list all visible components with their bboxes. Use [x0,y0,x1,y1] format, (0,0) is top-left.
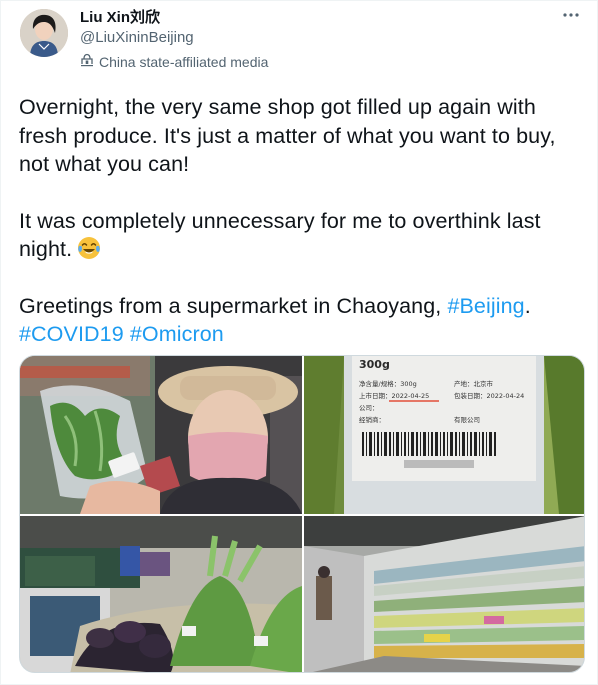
label-date-pack: 包装日期：2022-04-24 [454,391,524,400]
tweet-text: Overnight, the very same shop got filled… [19,93,585,349]
label-distributor: 经销商： [359,415,385,424]
tweet-paragraph-3-text: Greetings from a supermarket in Chaoyang… [19,293,448,318]
tweet-paragraph-3: Greetings from a supermarket in Chaoyang… [19,292,585,349]
tweet-paragraph-1: Overnight, the very same shop got filled… [19,95,556,176]
display-name[interactable]: Liu Xin刘欣 [80,9,268,27]
hashtag-covid19[interactable]: #COVID19 [19,322,124,346]
hashtag-omicron[interactable]: #Omicron [130,322,224,346]
photo-selfie-vegetables[interactable] [20,356,302,514]
author-block: Liu Xin刘欣 @LiuXininBeijing China state-a… [80,9,268,71]
label-company: 公司： [359,404,379,412]
photo-price-label[interactable]: 300g 净含量/规格：300g 产地：北京市 上市日期：2022-04-25 … [304,356,584,514]
avatar[interactable] [20,9,68,57]
more-icon [562,6,580,29]
state-media-icon [80,53,94,71]
affiliation-text: China state-affiliated media [99,54,269,70]
tweet-paragraph-2: It was completely unnecessary for me to … [19,207,585,264]
more-button[interactable] [561,7,581,27]
photo-fridge-shelves[interactable] [304,516,584,672]
tweet-card: Liu Xin刘欣 @LiuXininBeijing China state-a… [0,0,598,685]
affiliation-label[interactable]: China state-affiliated media [80,53,268,71]
handle[interactable]: @LiuXininBeijing [80,28,268,48]
tears-of-joy-emoji-icon [76,235,102,261]
label-spec: 净含量/规格：300g [359,379,417,388]
label-date-on: 上市日期：2022-04-25 [359,391,429,400]
label-weight: 300g [359,358,390,371]
photo-vegetable-aisle[interactable] [20,516,302,672]
hashtag-beijing[interactable]: #Beijing [447,294,524,318]
media-grid: 300g 净含量/规格：300g 产地：北京市 上市日期：2022-04-25 … [19,355,585,673]
label-company-name: 有限公司 [454,415,480,424]
tweet-paragraph-3-end: . [524,293,531,318]
label-origin: 产地：北京市 [454,379,494,388]
